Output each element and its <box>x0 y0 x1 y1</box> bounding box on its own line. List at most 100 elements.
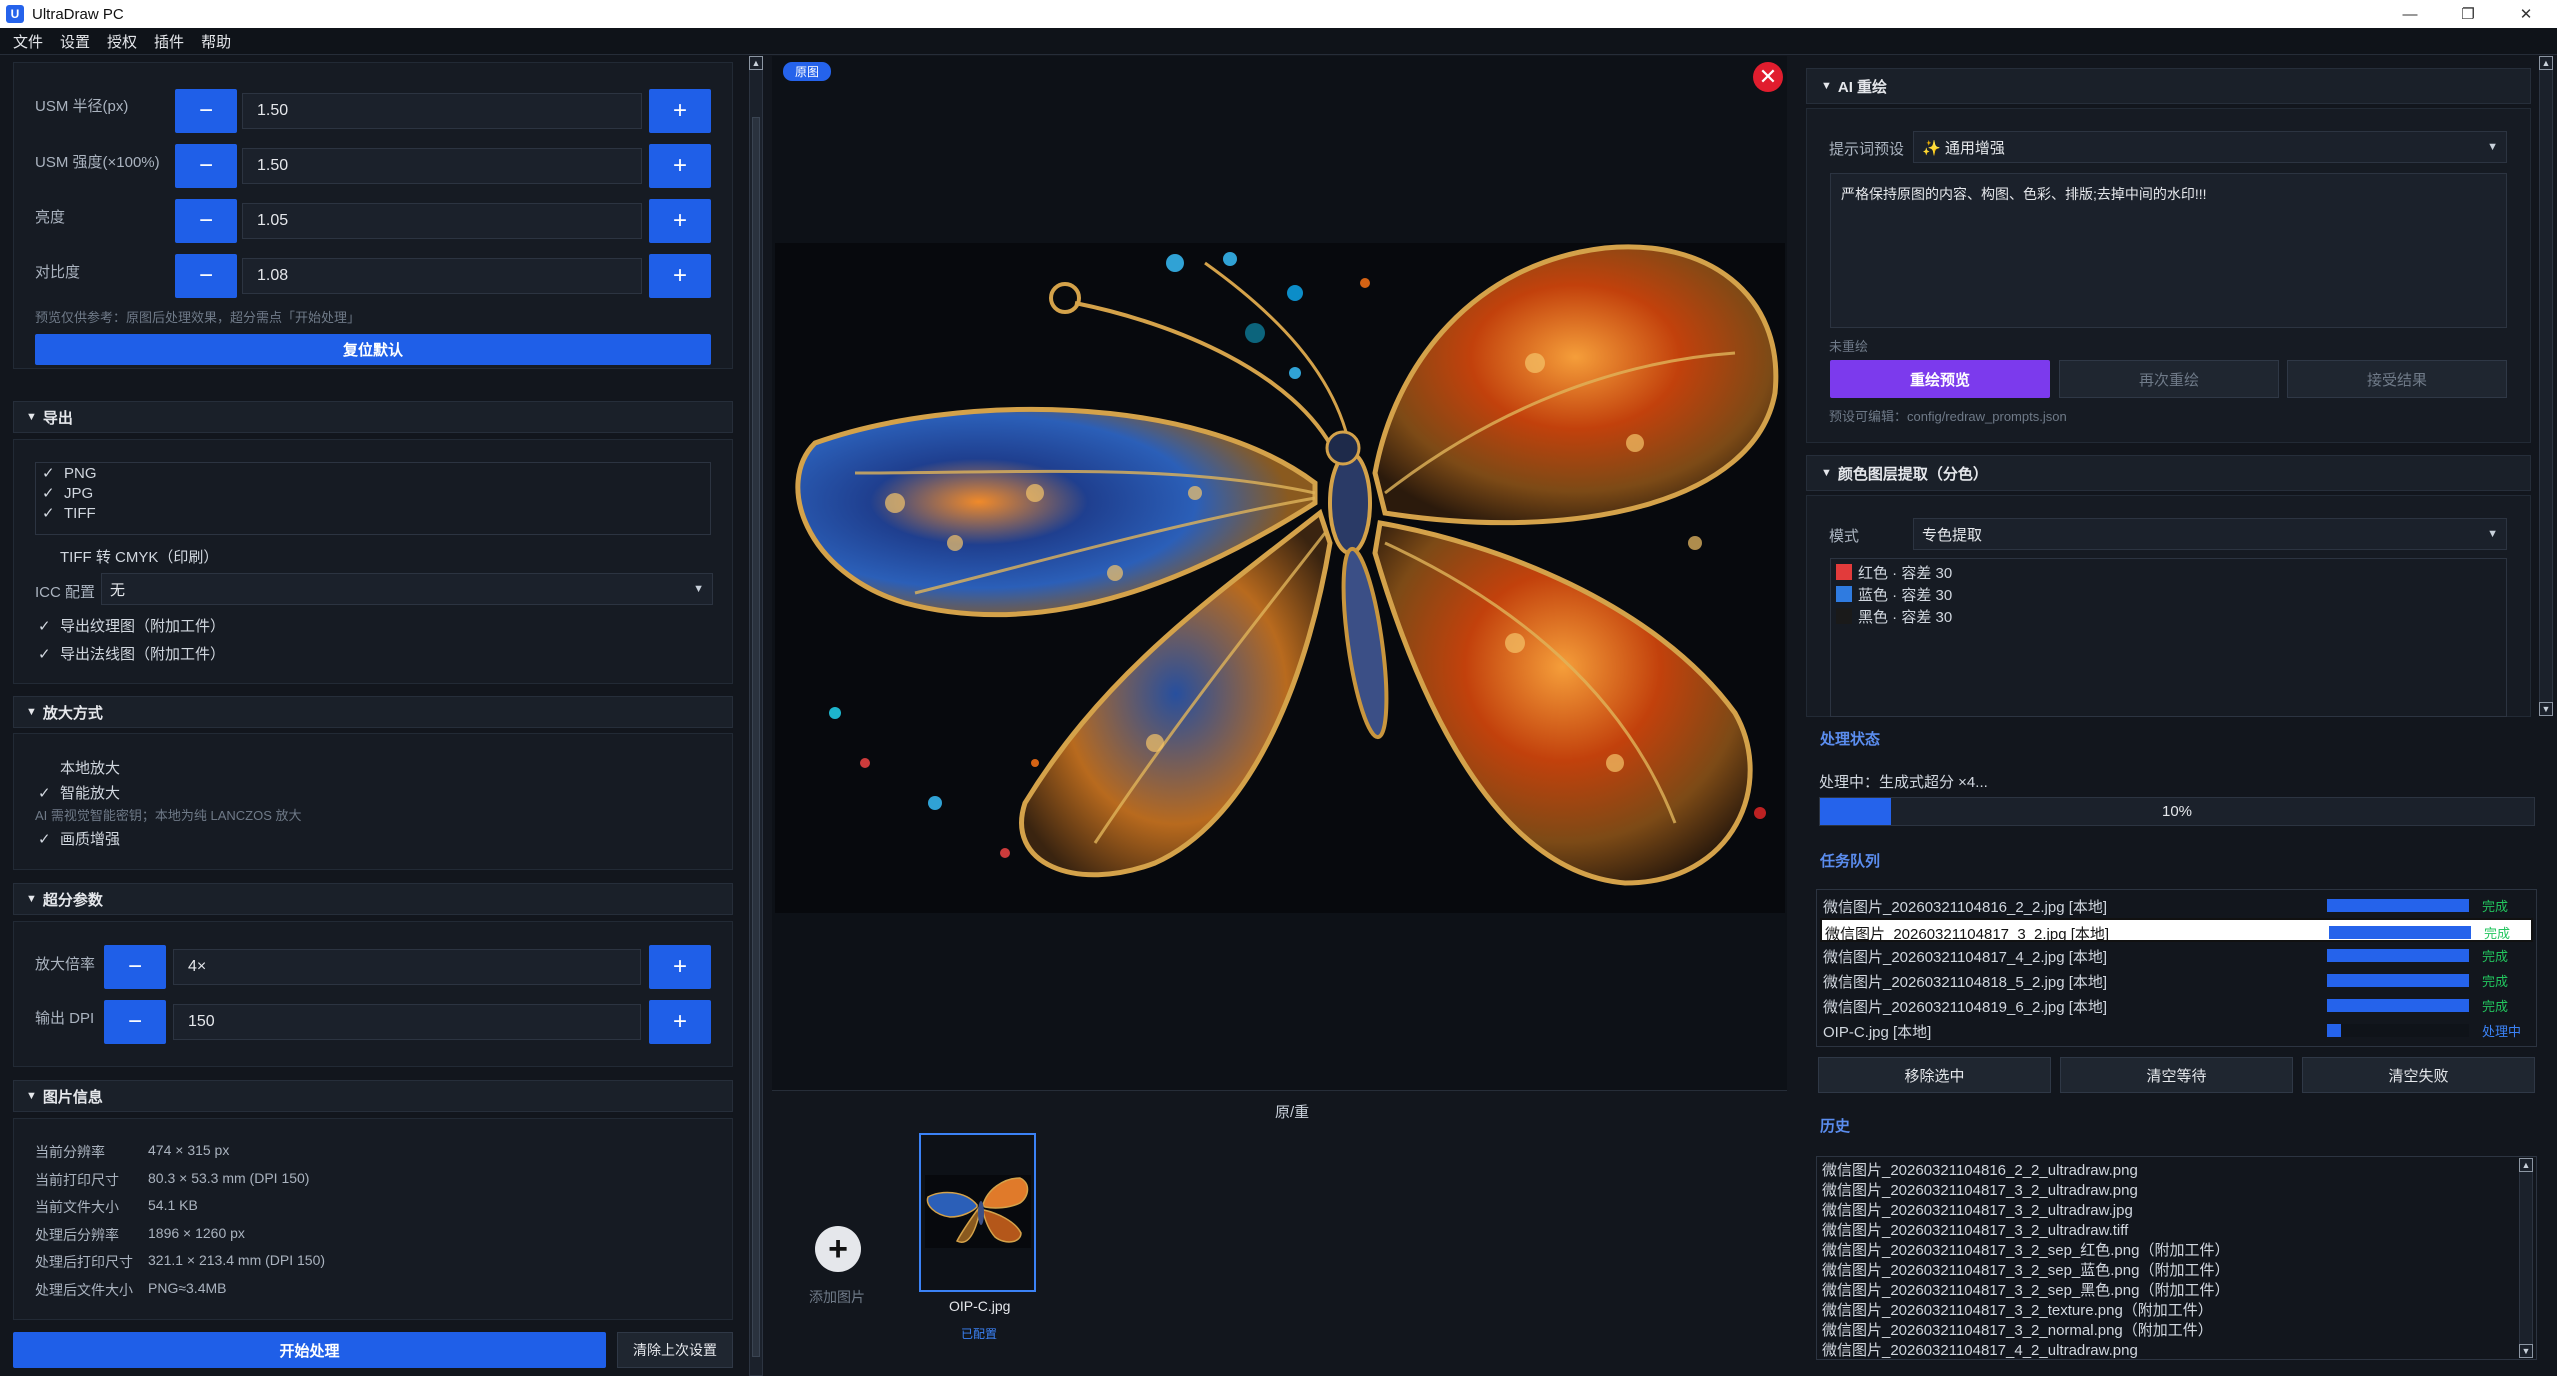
format-jpg-checkbox[interactable]: ✓ JPG <box>42 484 93 502</box>
export-texture-checkbox[interactable]: ✓ 导出纹理图（附加工件） <box>38 615 225 636</box>
start-process-button[interactable]: 开始处理 <box>13 1332 606 1368</box>
scroll-up-icon[interactable]: ▲ <box>2539 56 2553 70</box>
brightness-decrease-button[interactable]: − <box>175 199 237 243</box>
contrast-input[interactable]: 1.08 <box>242 258 642 294</box>
history-item[interactable]: 微信图片_20260321104817_3_2_sep_蓝色.png（附加工件） <box>1822 1259 2229 1280</box>
color-layers-header[interactable]: ▼ 颜色图层提取（分色） <box>1806 455 2531 491</box>
menu-settings[interactable]: 设置 <box>60 31 90 52</box>
queue-progress-bar <box>2327 949 2469 962</box>
accept-result-button[interactable]: 接受结果 <box>2287 360 2507 398</box>
queue-item-status: 完成 <box>2482 999 2509 1014</box>
history-item[interactable]: 微信图片_20260321104817_3_2_ultradraw.jpg <box>1822 1199 2133 1220</box>
history-item[interactable]: 微信图片_20260321104817_3_2_sep_黑色.png（附加工件） <box>1822 1279 2229 1300</box>
usm-radius-decrease-button[interactable]: − <box>175 89 237 133</box>
left-panel-scrollbar[interactable] <box>749 56 763 1376</box>
preset-select[interactable]: ✨ 通用增强 ▼ <box>1913 131 2507 163</box>
queue-progress-bar <box>2327 899 2469 912</box>
close-image-icon[interactable]: ✕ <box>1753 62 1783 92</box>
clear-last-settings-button[interactable]: 清除上次设置 <box>617 1332 733 1368</box>
queue-row[interactable]: 微信图片_20260321104818_5_2.jpg [本地] 完成 <box>1820 968 2533 992</box>
color-layer-item-red[interactable]: 红色 · 容差 30 <box>1836 562 1952 583</box>
image-info-section-header[interactable]: ▼ 图片信息 <box>13 1080 733 1112</box>
usm-radius-input[interactable]: 1.50 <box>242 93 642 129</box>
export-section-header[interactable]: ▼ 导出 <box>13 401 733 433</box>
menu-plugins[interactable]: 插件 <box>154 31 184 52</box>
splitter[interactable] <box>1792 56 1798 1376</box>
scale-decrease-button[interactable]: − <box>104 945 166 989</box>
canvas-divider <box>772 1090 1787 1091</box>
scale-increase-button[interactable]: + <box>649 945 711 989</box>
local-upscale-checkbox[interactable]: 本地放大 <box>38 757 120 778</box>
dpi-input[interactable]: 150 <box>173 1004 641 1040</box>
queue-row[interactable]: 微信图片_20260321104819_6_2.jpg [本地] 完成 <box>1820 993 2533 1017</box>
butterfly-illustration <box>775 243 1785 913</box>
redraw-preview-button[interactable]: 重绘预览 <box>1830 360 2050 398</box>
ai-redraw-header[interactable]: ▼ AI 重绘 <box>1806 68 2531 104</box>
dpi-decrease-button[interactable]: − <box>104 1000 166 1044</box>
color-layer-item-blue[interactable]: 蓝色 · 容差 30 <box>1836 584 1952 605</box>
scroll-down-icon[interactable]: ▼ <box>2539 702 2553 716</box>
add-image-icon[interactable]: + <box>815 1226 861 1272</box>
tiff-cmyk-checkbox[interactable]: TIFF 转 CMYK（印刷） <box>38 546 218 567</box>
scroll-down-icon[interactable]: ▼ <box>2519 1344 2533 1358</box>
smart-upscale-checkbox[interactable]: ✓ 智能放大 <box>38 782 120 803</box>
clear-waiting-button[interactable]: 清空等待 <box>2060 1057 2293 1093</box>
history-item[interactable]: 微信图片_20260321104817_3_2_texture.png（附加工件… <box>1822 1299 2213 1320</box>
right-panel-scrollbar[interactable] <box>2539 56 2553 716</box>
clear-failed-button[interactable]: 清空失败 <box>2302 1057 2535 1093</box>
scroll-up-icon[interactable]: ▲ <box>749 56 763 70</box>
preset-label: 提示词预设 <box>1829 141 1905 158</box>
prompt-textarea[interactable]: 严格保持原图的内容、构图、色彩、排版;去掉中间的水印!!! <box>1830 173 2507 328</box>
scrollbar-thumb[interactable] <box>752 117 760 1357</box>
menu-bar: 文件 设置 授权 插件 帮助 <box>0 28 2557 55</box>
menu-file[interactable]: 文件 <box>13 31 43 52</box>
menu-license[interactable]: 授权 <box>107 31 137 52</box>
contrast-decrease-button[interactable]: − <box>175 254 237 298</box>
remove-selected-button[interactable]: 移除选中 <box>1818 1057 2051 1093</box>
status-text: 处理中：生成式超分 ×4... <box>1819 774 1988 791</box>
queue-row[interactable]: 微信图片_20260321104816_2_2.jpg [本地] 完成 <box>1820 893 2533 917</box>
usm-radius-increase-button[interactable]: + <box>649 89 711 133</box>
maximize-button[interactable]: ❐ <box>2439 0 2497 28</box>
icc-select[interactable]: 无 ▼ <box>101 573 713 605</box>
format-tiff-checkbox[interactable]: ✓ TIFF <box>42 504 96 522</box>
usm-strength-decrease-button[interactable]: − <box>175 144 237 188</box>
queue-item-name: 微信图片_20260321104818_5_2.jpg [本地] <box>1823 974 2108 991</box>
minimize-button[interactable]: — <box>2381 0 2439 28</box>
queue-row[interactable]: 微信图片_20260321104817_3_2.jpg [本地] 完成 <box>1820 918 2533 943</box>
usm-strength-input[interactable]: 1.50 <box>242 148 642 184</box>
history-item[interactable]: 微信图片_20260321104816_2_2_ultradraw.png <box>1822 1159 2138 1180</box>
history-item[interactable]: 微信图片_20260321104817_3_2_ultradraw.tiff <box>1822 1219 2128 1240</box>
upscale-mode-section-header[interactable]: ▼ 放大方式 <box>13 696 733 728</box>
brightness-input[interactable]: 1.05 <box>242 203 642 239</box>
thumbnail-card[interactable] <box>919 1133 1036 1292</box>
usm-strength-increase-button[interactable]: + <box>649 144 711 188</box>
scale-input[interactable]: 4× <box>173 949 641 985</box>
menu-help[interactable]: 帮助 <box>201 31 231 52</box>
format-png-checkbox[interactable]: ✓ PNG <box>42 464 97 482</box>
close-window-button[interactable]: ✕ <box>2497 0 2555 28</box>
app-logo-icon: U <box>6 5 24 23</box>
queue-progress-fill <box>2327 974 2469 987</box>
history-item[interactable]: 微信图片_20260321104817_3_2_normal.png（附加工件） <box>1822 1319 2213 1340</box>
queue-progress-fill <box>2327 1024 2342 1037</box>
dpi-increase-button[interactable]: + <box>649 1000 711 1044</box>
history-item[interactable]: 微信图片_20260321104817_4_2_ultradraw.png <box>1822 1339 2138 1360</box>
history-item[interactable]: 微信图片_20260321104817_3_2_ultradraw.png <box>1822 1179 2138 1200</box>
quality-enhance-checkbox[interactable]: ✓ 画质增强 <box>38 828 120 849</box>
history-item[interactable]: 微信图片_20260321104817_3_2_sep_红色.png（附加工件） <box>1822 1239 2229 1260</box>
reset-default-button[interactable]: 复位默认 <box>35 334 711 365</box>
mode-select[interactable]: 专色提取 ▼ <box>1913 518 2507 550</box>
brightness-increase-button[interactable]: + <box>649 199 711 243</box>
history-scrollbar[interactable] <box>2519 1158 2533 1358</box>
queue-row[interactable]: OIP-C.jpg [本地] 处理中 <box>1820 1018 2533 1042</box>
contrast-increase-button[interactable]: + <box>649 254 711 298</box>
info-row: 当前打印尺寸 80.3 × 53.3 mm (DPI 150) <box>35 1170 310 1188</box>
export-normal-checkbox[interactable]: ✓ 导出法线图（附加工件） <box>38 643 225 664</box>
redraw-again-button[interactable]: 再次重绘 <box>2059 360 2279 398</box>
color-layer-item-black[interactable]: 黑色 · 容差 30 <box>1836 606 1952 627</box>
sr-params-section-header[interactable]: ▼ 超分参数 <box>13 883 733 915</box>
scroll-up-icon[interactable]: ▲ <box>2519 1158 2533 1172</box>
queue-row[interactable]: 微信图片_20260321104817_4_2.jpg [本地] 完成 <box>1820 943 2533 967</box>
add-image-label[interactable]: 添加图片 <box>809 1287 865 1307</box>
